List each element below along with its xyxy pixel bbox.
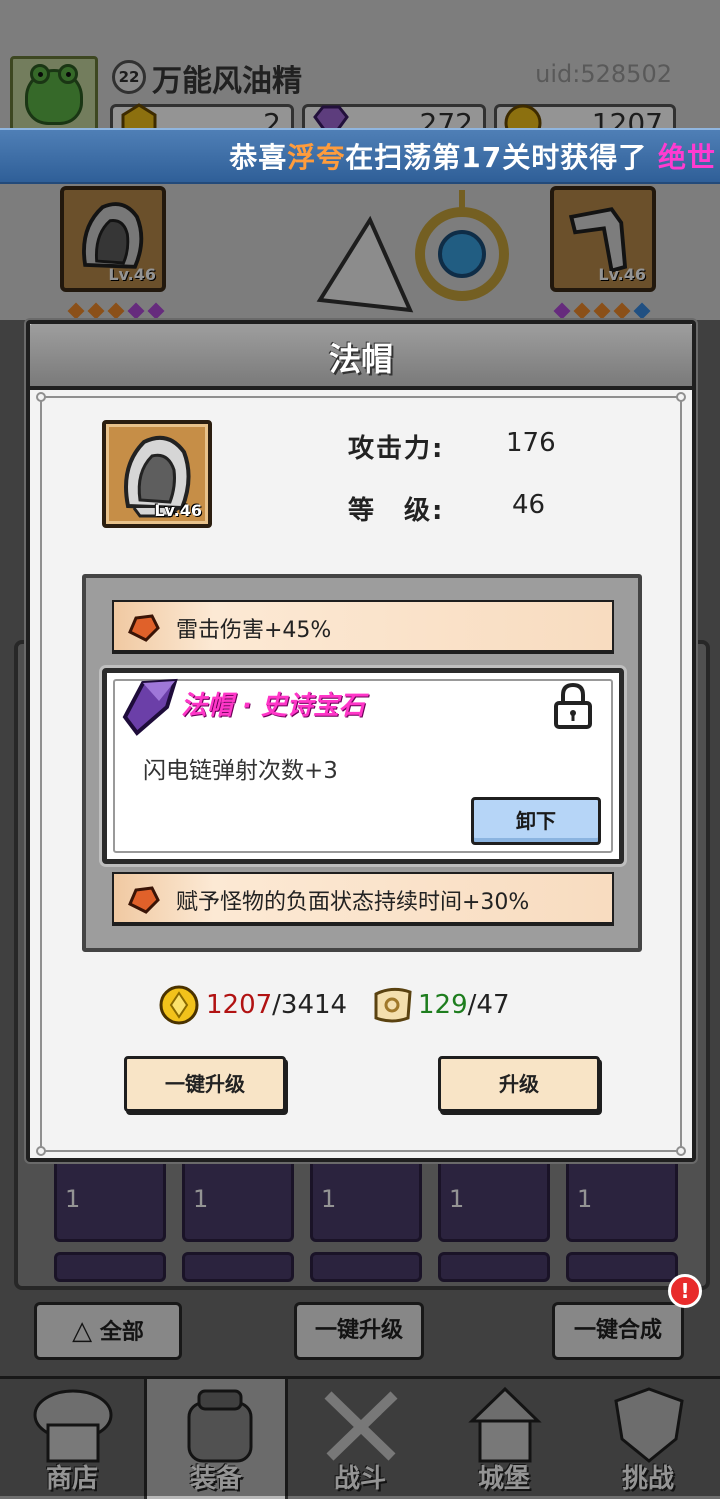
orange-stone-icon [128,886,160,914]
item-level-label: Lv.46 [154,501,202,520]
bulk-merge-button[interactable]: 一键合成 [552,1302,684,1360]
merge-alert-badge: ! [668,1274,702,1308]
scroll-need: /47 [467,990,510,1020]
bottom-nav: 商店 装备 战斗 城堡 挑战 [0,1376,720,1499]
character-preview [316,190,509,313]
triangle-up-icon: △ [72,1316,93,1346]
stat-level-label: 等 级: [348,496,445,526]
gem-cell[interactable]: 1 [566,1156,678,1242]
stat-attack-label: 攻击力: [348,434,445,464]
player-uid: uid:528502 [535,60,672,88]
affix-row: 赋予怪物的负面状态持续时间+30% [112,872,614,924]
item-icon-slot: Lv.46 [102,420,212,528]
filter-all-button[interactable]: △ 全部 [34,1302,182,1360]
gem-cell[interactable]: 1 [438,1156,550,1242]
upgrade-all-button[interactable]: 一键升级 [124,1056,286,1112]
shield-icon [614,1387,684,1463]
equip-slot-boots[interactable]: Lv.46 [550,186,656,292]
announce-rarity: 绝世 [657,141,716,174]
bulk-upgrade-button[interactable]: 一键升级 [294,1302,424,1360]
announce-middle: 在扫荡第17关时获得了 [345,141,648,174]
frog-avatar-icon [25,64,83,125]
gem-detail-card: 法帽 · 史诗宝石 闪电链弹射次数+3 卸下 [102,668,624,864]
backpack-icon [187,1389,253,1463]
announce-player: 浮夸 [287,141,346,174]
purple-crystal-icon [122,678,178,736]
modal-header: 法帽 [30,324,692,390]
crossed-swords-icon [324,1391,398,1461]
affix-text: 雷击伤害+45% [176,618,332,643]
scroll-cost: 129/47 [370,984,509,1028]
gold-coin-icon [159,985,199,1025]
gem-cell[interactable]: 1 [54,1156,166,1242]
nav-castle[interactable]: 城堡 [432,1379,576,1499]
affix-text: 赋予怪物的负面状态持续时间+30% [176,890,530,915]
unequip-gem-button[interactable]: 卸下 [471,797,601,845]
lock-icon[interactable] [553,683,593,729]
gem-title: 法帽 · 史诗宝石 [181,691,365,721]
nav-challenge[interactable]: 挑战 [576,1379,720,1499]
orange-stone-icon [128,614,160,642]
slot-boots-quality-pips [552,302,652,320]
modal-title: 法帽 [328,340,393,378]
gem-cell[interactable]: 1 [182,1156,294,1242]
upgrade-button[interactable]: 升级 [438,1056,600,1112]
nav-battle[interactable]: 战斗 [288,1379,432,1499]
gem-cell[interactable] [54,1252,166,1282]
gem-cell[interactable] [566,1252,678,1282]
stat-attack-value: 176 [506,428,556,458]
affix-row: 雷击伤害+45% [112,600,614,652]
nav-shop[interactable]: 商店 [0,1379,144,1499]
scroll-icon [374,987,412,1023]
equip-slot-hat[interactable]: Lv.46 [60,186,166,292]
gem-cell[interactable] [182,1252,294,1282]
castle-icon [468,1386,542,1463]
nav-equipment[interactable]: 装备 [144,1379,288,1499]
slot-hat-quality-pips [66,302,166,320]
gem-description: 闪电链弹射次数+3 [143,758,338,784]
item-detail-modal: 法帽 Lv.46 攻击力: 176 等 级: 46 雷击伤害+45% 赋予怪物的… [26,320,696,1162]
announce-prefix: 恭喜 [229,141,288,174]
announcement-banner: 恭喜浮夸在扫荡第17关时获得了 绝世 [0,128,720,184]
scroll-have: 129 [418,990,468,1020]
shop-icon [33,1389,113,1463]
gold-have: 1207 [206,990,273,1020]
stat-level-value: 46 [512,490,546,520]
gold-cost: 1207/3414 [158,984,347,1028]
gem-cell[interactable] [438,1252,550,1282]
player-name: 万能风油精 [152,64,302,99]
gem-cell[interactable]: 1 [310,1156,422,1242]
player-level-badge: 22 [112,60,146,94]
gold-need: /3414 [272,990,348,1020]
gem-cell[interactable] [310,1252,422,1282]
